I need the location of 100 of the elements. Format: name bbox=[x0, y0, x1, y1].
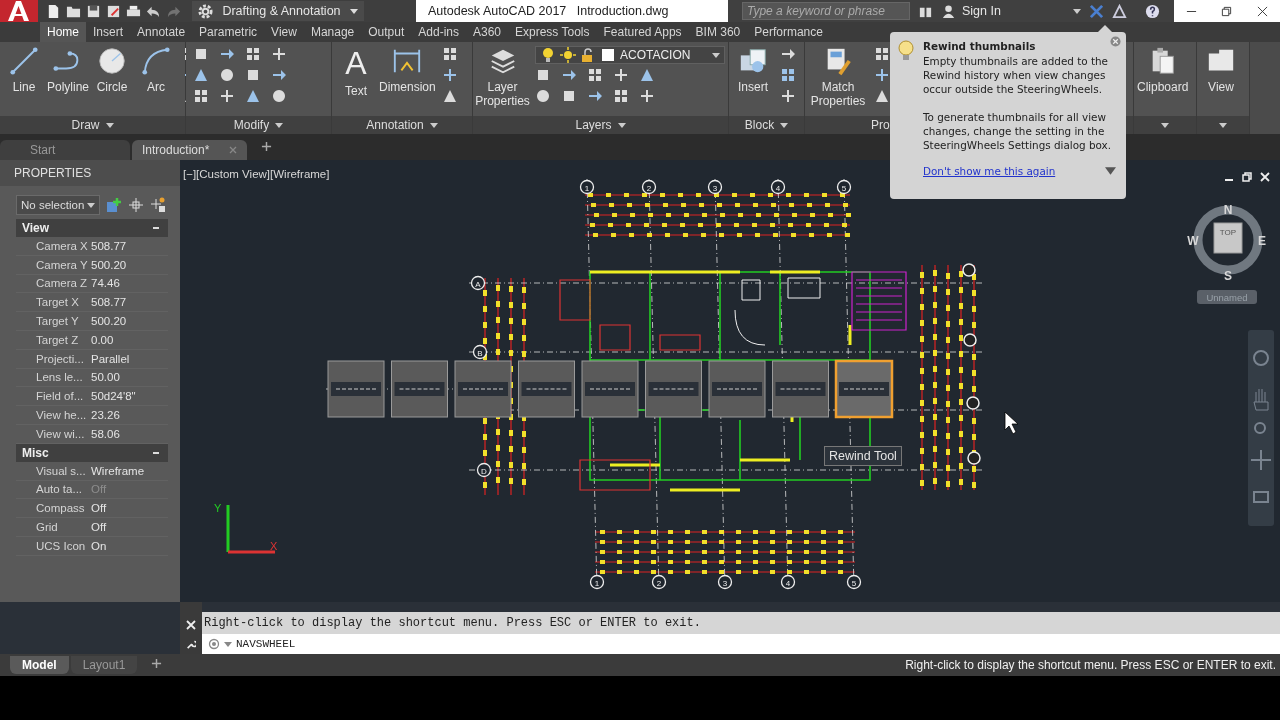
print-icon[interactable] bbox=[126, 3, 141, 19]
ribbon-tab[interactable]: Express Tools bbox=[508, 22, 597, 42]
grid-icon[interactable] bbox=[613, 88, 629, 104]
ribbon-button[interactable]: Insert bbox=[732, 46, 774, 94]
rewind-thumbnail[interactable] bbox=[834, 359, 894, 419]
crosshair-icon[interactable] bbox=[128, 197, 144, 213]
property-value[interactable]: 508.77 bbox=[91, 239, 168, 252]
quick-select-icon[interactable] bbox=[106, 197, 122, 213]
ribbon-tab[interactable]: Annotate bbox=[130, 22, 193, 42]
triangle-icon[interactable] bbox=[639, 67, 655, 83]
arrow-icon[interactable] bbox=[271, 67, 287, 83]
sign-in-button[interactable]: Sign In bbox=[941, 3, 1081, 19]
ribbon-button[interactable]: Match Properties bbox=[808, 46, 868, 108]
ribbon-tab[interactable]: Manage bbox=[303, 22, 362, 42]
triangle-icon[interactable] bbox=[193, 67, 209, 83]
ribbon-tab[interactable]: A360 bbox=[466, 22, 508, 42]
panel-title[interactable]: Block bbox=[729, 116, 804, 134]
plus-icon[interactable] bbox=[151, 657, 163, 669]
save-icon[interactable] bbox=[86, 3, 101, 19]
command-input[interactable]: NAVSWHEEL bbox=[202, 634, 1280, 654]
property-value[interactable]: 508.77 bbox=[91, 296, 168, 309]
arrow-icon[interactable] bbox=[780, 46, 796, 62]
panel-title[interactable] bbox=[1197, 116, 1249, 134]
square-icon[interactable] bbox=[193, 46, 209, 62]
rewind-thumbnail[interactable] bbox=[518, 360, 575, 418]
cross-icon[interactable] bbox=[271, 46, 287, 62]
document-tab[interactable]: Introduction* bbox=[132, 140, 247, 160]
property-value[interactable]: 58.06 bbox=[91, 427, 168, 440]
plus-icon[interactable] bbox=[261, 140, 272, 152]
ribbon-tab[interactable]: BIM 360 bbox=[688, 22, 748, 42]
square-icon[interactable] bbox=[561, 88, 577, 104]
arrow-icon[interactable] bbox=[561, 67, 577, 83]
grid-icon[interactable] bbox=[193, 88, 209, 104]
property-value[interactable]: Wireframe bbox=[91, 464, 168, 477]
triangle-icon[interactable] bbox=[1112, 3, 1127, 19]
ribbon-button[interactable]: Clipboard bbox=[1137, 46, 1189, 94]
cross-icon[interactable] bbox=[874, 67, 890, 83]
ribbon-tab[interactable]: Add-ins bbox=[411, 22, 466, 42]
cross-icon[interactable] bbox=[639, 88, 655, 104]
ribbon-button[interactable]: Layer Properties bbox=[476, 46, 529, 108]
dont-show-link[interactable]: Don't show me this again bbox=[923, 164, 1056, 178]
layout-tab[interactable]: Layout1 bbox=[70, 656, 138, 674]
property-value[interactable]: On bbox=[91, 539, 168, 552]
rewind-thumbnail[interactable] bbox=[772, 360, 829, 418]
property-value[interactable]: 50.00 bbox=[91, 371, 168, 384]
ribbon-tab[interactable]: Home bbox=[40, 22, 86, 42]
grid-icon[interactable] bbox=[780, 67, 796, 83]
viewport-controls-label[interactable]: [−][Custom View][Wireframe] bbox=[183, 168, 330, 180]
panel-title[interactable]: Modify bbox=[186, 116, 331, 134]
help-icon[interactable] bbox=[1145, 3, 1160, 19]
property-value[interactable]: 0.00 bbox=[91, 333, 168, 346]
cross-icon[interactable] bbox=[780, 88, 796, 104]
rewind-thumbnail[interactable] bbox=[327, 360, 385, 418]
ribbon-tab[interactable]: Output bbox=[361, 22, 412, 42]
close-icon[interactable] bbox=[1256, 5, 1268, 17]
property-value[interactable]: 23.26 bbox=[91, 409, 168, 422]
property-value[interactable]: Off bbox=[91, 502, 168, 515]
save-as-icon[interactable] bbox=[106, 3, 121, 19]
grid-icon[interactable] bbox=[245, 46, 261, 62]
grid-icon[interactable] bbox=[874, 46, 890, 62]
property-value[interactable]: Parallel bbox=[91, 352, 168, 365]
restore-icon[interactable] bbox=[1221, 5, 1233, 17]
panel-title[interactable]: Annotation bbox=[332, 116, 472, 134]
rewind-thumbnail[interactable] bbox=[581, 360, 639, 418]
cross-icon[interactable] bbox=[219, 88, 235, 104]
selection-dropdown[interactable]: No selection bbox=[16, 195, 100, 215]
square-icon[interactable] bbox=[535, 67, 551, 83]
property-value[interactable]: 500.20 bbox=[91, 258, 168, 271]
ribbon-button[interactable]: Dimension bbox=[379, 46, 436, 94]
expand-arrow-icon[interactable] bbox=[1105, 167, 1116, 175]
grid-icon[interactable] bbox=[441, 46, 458, 62]
panel-title[interactable]: Draw bbox=[0, 116, 185, 134]
triangle-icon[interactable] bbox=[441, 88, 458, 104]
application-menu-button[interactable] bbox=[0, 0, 38, 22]
arrow-icon[interactable] bbox=[587, 88, 603, 104]
search-field[interactable]: Type a keyword or phrase bbox=[742, 2, 910, 20]
ribbon-button[interactable]: Circle bbox=[91, 46, 133, 94]
rewind-thumbnail[interactable] bbox=[391, 360, 448, 418]
ribbon-tab[interactable]: Performance bbox=[747, 22, 830, 42]
ribbon-button[interactable]: Polyline bbox=[47, 46, 89, 94]
ribbon-button[interactable]: Arc bbox=[135, 46, 177, 94]
grid-icon[interactable] bbox=[587, 67, 603, 83]
ribbon-tab[interactable]: Featured Apps bbox=[596, 22, 689, 42]
ribbon-button[interactable]: A Text bbox=[335, 46, 377, 98]
property-value[interactable]: 74.46 bbox=[91, 277, 168, 290]
ribbon-button[interactable]: Line bbox=[3, 46, 45, 94]
new-file-icon[interactable] bbox=[46, 3, 61, 19]
rewind-thumbnail[interactable] bbox=[454, 360, 512, 418]
layer-dropdown[interactable]: ACOTACION bbox=[535, 46, 725, 64]
ribbon-tab[interactable]: View bbox=[264, 22, 304, 42]
viewcube-face[interactable]: TOP bbox=[1213, 222, 1243, 254]
cross-icon[interactable] bbox=[441, 67, 458, 83]
property-value[interactable]: 50d24'8" bbox=[91, 390, 168, 403]
section-header[interactable]: View bbox=[16, 219, 168, 237]
property-value[interactable]: Off bbox=[91, 521, 168, 534]
property-value[interactable]: 500.20 bbox=[91, 315, 168, 328]
square-icon[interactable] bbox=[245, 67, 261, 83]
ribbon-button[interactable]: View bbox=[1200, 46, 1242, 94]
workspace-dropdown[interactable]: Drafting & Annotation bbox=[192, 1, 364, 21]
document-tab[interactable]: Start bbox=[0, 140, 130, 160]
